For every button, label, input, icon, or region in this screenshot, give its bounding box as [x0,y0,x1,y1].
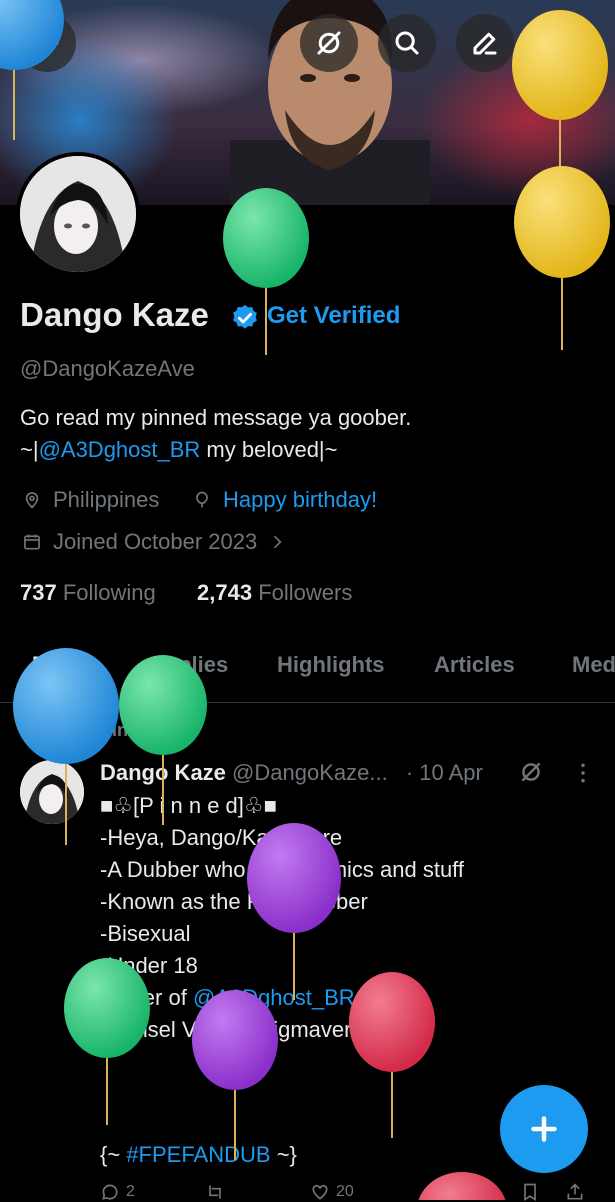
bio-line-1: Go read my pinned message ya goober. [20,405,412,430]
pin-icon [67,723,77,738]
post-header: Dango Kaze @DangoKaze... · 10 Apr [100,760,483,786]
calendar-icon [24,534,40,550]
search-button[interactable] [378,14,436,72]
reply-icon[interactable] [100,1182,120,1202]
pinned-label: Pinned [62,720,160,741]
tab-posts[interactable]: Posts [32,652,92,678]
post-author-handle[interactable]: @DangoKaze... [232,760,388,785]
hashtag-prefix: {~ [100,1142,127,1167]
tab-replies[interactable]: Replies [150,652,228,678]
edit-icon [473,32,497,55]
compose-button[interactable] [500,1085,588,1173]
post-line: -A Dubber who dubs comics and stuff [100,857,465,882]
hashtag-suffix: ~} [270,1142,297,1167]
tab-highlights[interactable]: Highlights [277,652,385,678]
post-more-icon[interactable] [570,760,596,786]
bio-mention-link[interactable]: @A3Dghost_BR [39,437,201,462]
post-author-name[interactable]: Dango Kaze [100,760,226,785]
profile-tabs: Posts Replies Highlights Articles Med [0,640,615,703]
profile-handle: @DangoKazeAve [20,356,195,381]
post-hashtag-line: {~ #FPEFANDUB ~} [100,1142,297,1168]
like-icon[interactable] [310,1182,330,1202]
following-count: 737 [20,580,57,605]
bookmark-icon[interactable] [520,1182,540,1202]
get-verified-link[interactable]: Get Verified [267,302,400,330]
joined-text: Joined October 2023 [53,529,258,554]
post-body: ■♧[P i n n e d]♧■ -Heya, Dango/Kaze here -… [100,790,464,1046]
chevron-right-icon [274,535,282,549]
post-line: -Heya, Dango/Kaze here [100,825,343,850]
profile-location: Philippines [22,487,159,513]
active-tab-indicator [20,696,110,701]
search-icon [395,31,419,55]
profile-bio: Go read my pinned message ya goober. ~|@… [20,402,411,466]
verified-icon [233,304,257,329]
followers-label: Followers [258,580,353,605]
following-link[interactable]: 737 Following [20,580,156,606]
notifications-toggle-button[interactable] [300,14,358,72]
reply-count: 2 [126,1183,135,1200]
share-icon[interactable] [565,1182,585,1202]
no-notification-icon [317,31,341,55]
post-line: -Bisexual [100,921,191,946]
profile-name: Dango Kaze [20,296,209,333]
avatar-image [20,156,136,272]
birthday-text[interactable]: Happy birthday! [223,487,377,513]
post-line-prefix: -Lover of [100,985,193,1010]
following-label: Following [62,580,156,605]
no-notification-icon[interactable] [518,759,544,785]
post-author-avatar[interactable] [20,760,84,824]
plus-icon [531,1116,557,1142]
post-line: -Lover of @A3Dghost_BR [100,982,464,1014]
post-line: -Hansel VA for Enigmaverse [100,1017,375,1042]
repost-icon[interactable] [205,1182,225,1202]
tab-articles[interactable]: Articles [434,652,515,678]
back-button[interactable] [18,14,76,72]
followers-count: 2,743 [197,580,253,605]
arrow-left-icon [35,32,59,54]
location-text: Philippines [53,487,160,512]
bio-suffix: my beloved|~ [200,437,338,462]
tab-media[interactable]: Med [572,652,615,678]
post-line: ■♧[P i n n e d]♧■ [100,793,277,818]
post-avatar-image [20,760,84,824]
profile-avatar[interactable] [16,152,140,276]
location-pin-icon [25,492,39,509]
profile-joined[interactable]: Joined October 2023 [22,529,298,555]
like-count: 20 [336,1183,354,1200]
more-options-button[interactable] [536,14,594,72]
post-mention-link[interactable]: @A3Dghost_BR [193,985,355,1010]
post-date[interactable]: · 10 Apr [406,760,483,785]
balloon-icon [196,491,208,508]
post-line: -Under 18 [100,953,198,978]
pinned-text: Pinned [100,720,161,740]
followers-link[interactable]: 2,743 Followers [197,580,352,606]
hashtag-link[interactable]: #FPEFANDUB [126,1142,270,1167]
post-actions: 2 20 [0,1180,615,1202]
profile-birthday[interactable]: Happy birthday! [192,487,377,513]
post-line: -Known as the FPE Dubber [100,889,368,914]
bio-line-2: ~|@A3Dghost_BR my beloved|~ [20,434,411,466]
more-vertical-icon [561,31,569,55]
bio-prefix: ~| [20,437,39,462]
edit-profile-button[interactable] [456,14,514,72]
